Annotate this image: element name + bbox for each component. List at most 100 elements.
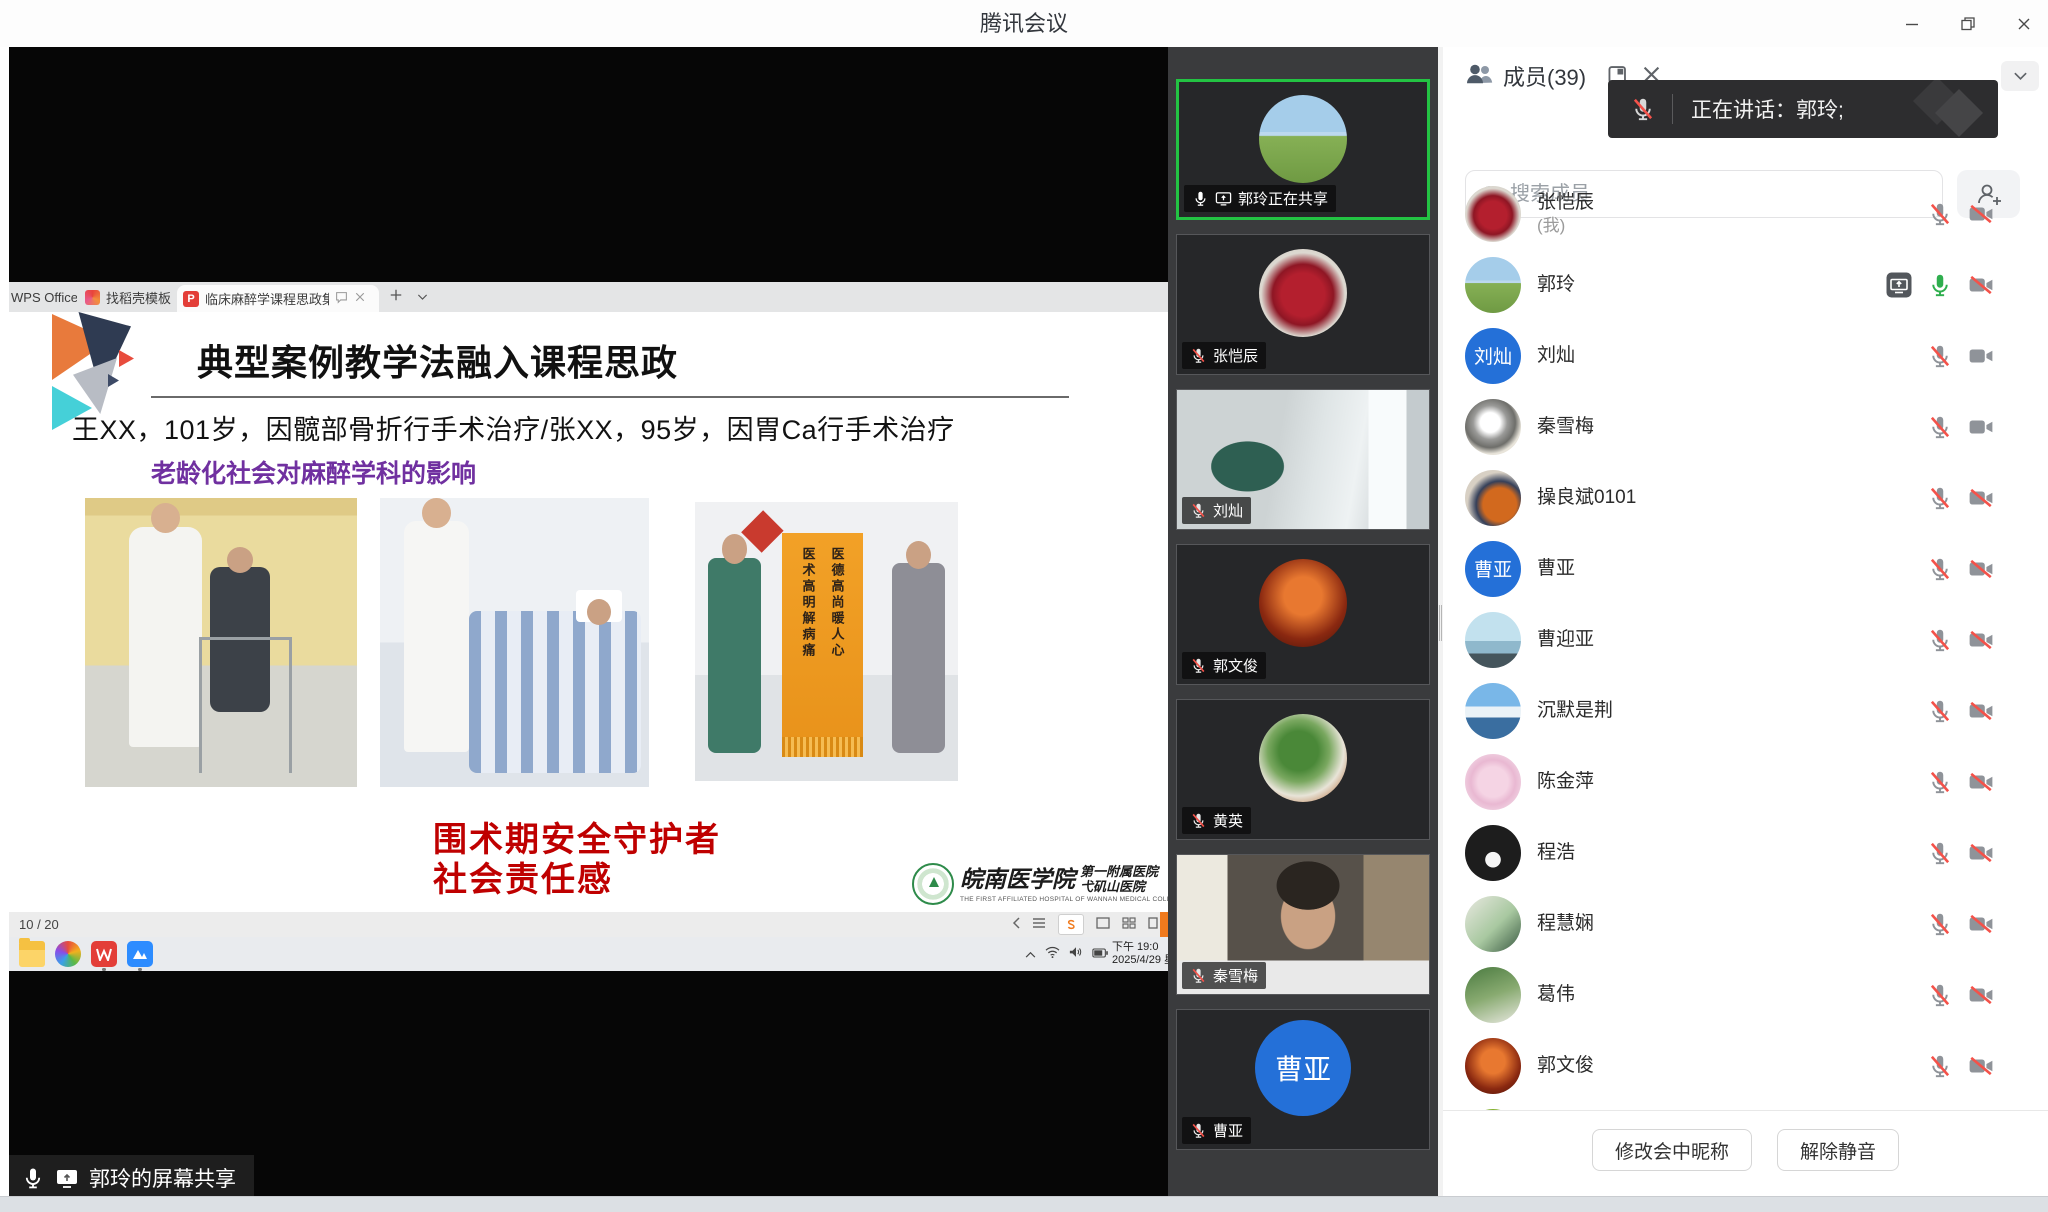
- member-row[interactable]: 曹亚曹亚: [1443, 533, 2048, 604]
- member-row[interactable]: 曹迎亚: [1443, 604, 2048, 675]
- slide-red-text-2: 社会责任感: [433, 852, 613, 901]
- rename-button[interactable]: 修改会中昵称: [1592, 1129, 1752, 1171]
- mic-muted-icon: [1927, 769, 1953, 795]
- share-white-icon: [1215, 190, 1232, 207]
- video-tile[interactable]: 曹亚曹亚: [1176, 1009, 1430, 1150]
- tab-wps-office[interactable]: WPS Office: [11, 282, 77, 312]
- member-row[interactable]: 葛伟: [1443, 959, 2048, 1030]
- mic-on-icon: [1927, 272, 1953, 298]
- members-panel-title: 成员(39): [1503, 60, 1586, 92]
- video-tile[interactable]: 郭玲正在共享: [1176, 79, 1430, 220]
- member-name: 葛伟: [1537, 983, 1575, 1007]
- close-button[interactable]: [2014, 14, 2034, 34]
- cam-muted-icon: [1968, 485, 1994, 511]
- member-row[interactable]: 沉默是荆: [1443, 675, 2048, 746]
- member-name: 张恺辰: [1537, 191, 1594, 215]
- new-tab-icon[interactable]: [389, 288, 403, 307]
- member-row[interactable]: 郭玲: [1443, 249, 2048, 320]
- wps-tabbar: WPS Office 找稻壳模板 P 临床麻醉学课程思政集体备课: [9, 282, 1168, 312]
- wps-app-icon[interactable]: [91, 941, 117, 967]
- member-name: 曹迎亚: [1537, 628, 1594, 652]
- cam-muted-icon: [1968, 911, 1994, 937]
- statusbar-edge-icon: [1160, 912, 1168, 937]
- presentation-file-icon: P: [183, 291, 199, 307]
- participant-avatar: [1259, 559, 1347, 647]
- members-icon: [1465, 61, 1494, 87]
- member-avatar: [1465, 399, 1521, 455]
- member-row[interactable]: 秦雪梅: [1443, 391, 2048, 462]
- video-tile[interactable]: 黄英: [1176, 699, 1430, 840]
- member-row[interactable]: 程慧娴: [1443, 888, 2048, 959]
- mic-white-icon: [1192, 190, 1209, 207]
- mic-muted-white-icon: [1190, 502, 1207, 519]
- cam-muted-icon: [1968, 272, 1994, 298]
- running-indicator: [102, 968, 106, 971]
- minimize-button[interactable]: [1902, 14, 1922, 34]
- member-name: 秦雪梅: [1537, 415, 1594, 439]
- video-tile[interactable]: 张恺辰: [1176, 234, 1430, 375]
- tab-active-document[interactable]: P 临床麻醉学课程思政集体备课: [177, 285, 379, 312]
- member-row[interactable]: 陈金萍: [1443, 746, 2048, 817]
- docer-icon: [85, 290, 100, 305]
- member-row[interactable]: 程浩: [1443, 817, 2048, 888]
- member-row[interactable]: 郭文俊: [1443, 1030, 2048, 1101]
- close-tab-icon[interactable]: [354, 291, 366, 306]
- outline-view-icon[interactable]: [1032, 917, 1046, 932]
- mic-muted-white-icon: [1190, 347, 1207, 364]
- photo-elderly-patient-walker: [85, 498, 357, 787]
- hospital-seal-icon: [912, 863, 954, 905]
- member-row[interactable]: 刘灿刘灿: [1443, 320, 2048, 391]
- shared-screen-stage: WPS Office 找稻壳模板 P 临床麻醉学课程思政集体备课: [9, 47, 1168, 1200]
- reading-view-icon[interactable]: [1148, 917, 1158, 932]
- slide-title-rule: [151, 396, 1069, 398]
- member-list: 张恺辰(我)郭玲刘灿刘灿秦雪梅操良斌0101 曹亚曹亚曹迎亚沉默是荆陈金萍程浩程慧…: [1443, 178, 2048, 1110]
- tab-docer-templates[interactable]: 找稻壳模板: [85, 282, 177, 312]
- member-row[interactable]: 张恺辰(我): [1443, 178, 2048, 249]
- mic-muted-icon: [1927, 485, 1953, 511]
- member-name: 操良斌0101: [1537, 486, 1636, 510]
- mic-muted-icon: [1927, 840, 1953, 866]
- participant-avatar: [1259, 95, 1347, 183]
- collapse-chevron-icon[interactable]: [2001, 61, 2039, 91]
- mic-muted-white-icon: [1190, 812, 1207, 829]
- participant-avatar: 曹亚: [1255, 1020, 1351, 1116]
- filmstrip: 郭玲正在共享张恺辰刘灿郭文俊黄英秦雪梅曹亚曹亚: [1168, 47, 1438, 1200]
- slide-case-text: 王XX，101岁，因髋部骨折行手术治疗/张XX，95岁，因胃Ca行手术治疗: [72, 408, 955, 447]
- file-explorer-icon[interactable]: [19, 941, 45, 967]
- video-tile[interactable]: 郭文俊: [1176, 544, 1430, 685]
- member-name: 陈金萍: [1537, 770, 1594, 794]
- grid-view-icon[interactable]: [1122, 917, 1136, 932]
- panel-resize-handle[interactable]: [1439, 605, 1442, 641]
- window-title: 腾讯会议: [0, 0, 2048, 47]
- tile-name-label: 郭文俊: [1182, 652, 1266, 679]
- battery-icon[interactable]: [1092, 945, 1108, 963]
- video-tile[interactable]: 秦雪梅: [1176, 854, 1430, 995]
- member-avatar: [1465, 186, 1521, 242]
- wifi-icon[interactable]: [1045, 945, 1060, 963]
- tray-expand-icon[interactable]: [1025, 945, 1036, 963]
- member-name: 程慧娴: [1537, 912, 1594, 936]
- cam-muted-icon: [1968, 556, 1994, 582]
- system-clock[interactable]: 下午 19:0 2025/4/29 星期二: [1112, 941, 1168, 969]
- comment-bubble-icon[interactable]: [335, 291, 348, 307]
- tab-list-chevron-icon[interactable]: [417, 288, 428, 306]
- member-avatar: [1465, 1038, 1521, 1094]
- video-tile[interactable]: 刘灿: [1176, 389, 1430, 530]
- meeting-app-icon[interactable]: [127, 941, 153, 967]
- wps-slideshow-icon[interactable]: [1058, 914, 1084, 935]
- member-row-partial[interactable]: [1443, 1101, 2048, 1110]
- mic-muted-icon: [1927, 911, 1953, 937]
- prev-slide-icon[interactable]: [1012, 917, 1020, 932]
- mic-muted-icon: [1927, 627, 1953, 653]
- speaker-icon[interactable]: [1069, 945, 1083, 963]
- hospital-logo: 皖南医学院 第一附属医院 弋矶山医院 THE FIRST AFFILIATED …: [912, 860, 1138, 908]
- browser-icon[interactable]: [55, 941, 81, 967]
- slide-title: 典型案例教学法融入课程思政: [197, 334, 678, 386]
- photo-hospital-bedside: [380, 498, 649, 787]
- normal-view-icon[interactable]: [1096, 917, 1110, 932]
- unmute-button[interactable]: 解除静音: [1777, 1129, 1899, 1171]
- member-row[interactable]: 操良斌0101: [1443, 462, 2048, 533]
- mic-muted-white-icon: [1190, 967, 1207, 984]
- restore-button[interactable]: [1958, 14, 1978, 34]
- cam-muted-icon: [1968, 769, 1994, 795]
